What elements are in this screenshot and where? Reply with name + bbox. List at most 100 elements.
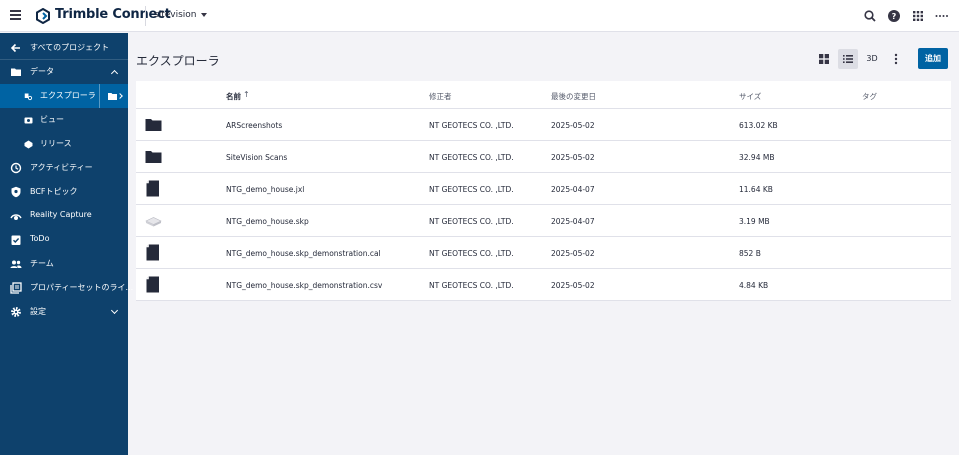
svg-text:?: ? <box>892 12 897 21</box>
file-size: 3.19 MB <box>739 217 770 226</box>
sidebar-item-label: ToDo <box>30 234 50 243</box>
sidebar-item-settings[interactable]: 設定 <box>0 300 128 324</box>
table-row[interactable]: SiteVision Scans NT GEOTECS CO. ,LTD. 20… <box>136 141 951 173</box>
file-name[interactable]: NTG_demo_house.skp_demonstration.csv <box>226 281 382 290</box>
history-icon <box>10 162 22 174</box>
sidebar-item-label: 設定 <box>30 307 46 316</box>
more-dots-icon[interactable] <box>934 8 950 24</box>
column-header-name[interactable]: 名前 <box>226 91 241 102</box>
modifier: NT GEOTECS CO. ,LTD. <box>429 249 514 258</box>
modifier: NT GEOTECS CO. ,LTD. <box>429 121 514 130</box>
sidebar-item-bcf-topics[interactable]: BCFトピック <box>0 180 128 204</box>
column-header-modified-date[interactable]: 最後の変更日 <box>551 91 596 102</box>
view-icon <box>24 117 33 124</box>
menu-icon[interactable] <box>10 10 21 20</box>
file-size: 32.94 MB <box>739 153 775 162</box>
sidebar-item-activity[interactable]: アクティビティー <box>0 156 128 180</box>
file-table: 名前 ↑ 修正者 最後の変更日 サイズ タグ ARScreenshots NT … <box>136 81 951 301</box>
sidebar-item-label: BCFトピック <box>30 187 78 196</box>
chevron-down-icon[interactable] <box>110 306 119 315</box>
table-row[interactable]: NTG_demo_house.jxl NT GEOTECS CO. ,LTD. … <box>136 173 951 205</box>
sidebar-item-data[interactable]: データ <box>0 59 128 84</box>
arrow-left-icon <box>10 43 20 53</box>
sidebar-item-label: アクティビティー <box>30 163 93 172</box>
sidebar-item-label: すべてのプロジェクト <box>30 43 110 52</box>
file-name[interactable]: NTG_demo_house.skp_demonstration.cal <box>226 249 381 258</box>
column-header-size[interactable]: サイズ <box>739 91 761 102</box>
modifier: NT GEOTECS CO. ,LTD. <box>429 281 514 290</box>
property-set-icon <box>10 282 22 294</box>
folder-icon <box>145 119 162 131</box>
3d-model-thumbnail-icon <box>145 217 162 227</box>
file-name[interactable]: NTG_demo_house.skp <box>226 217 309 226</box>
view-3d-button[interactable]: 3D <box>862 49 882 69</box>
reality-capture-icon <box>10 214 22 220</box>
folder-icon <box>11 68 21 76</box>
file-size: 852 B <box>739 249 761 258</box>
sidebar-item-label: プロパティーセットのライ... <box>30 283 134 292</box>
project-selector[interactable]: sitevision <box>154 10 196 20</box>
sidebar-item-label: リリース <box>40 139 72 148</box>
chevron-up-icon[interactable] <box>110 69 119 78</box>
modified-date: 2025-05-02 <box>551 281 595 290</box>
caret-down-icon[interactable] <box>201 13 207 17</box>
modifier: NT GEOTECS CO. ,LTD. <box>429 217 514 226</box>
bcf-shield-icon <box>11 186 21 198</box>
column-header-tags[interactable]: タグ <box>862 91 877 102</box>
sidebar-divider <box>0 59 128 60</box>
header-divider <box>145 6 146 26</box>
sidebar-item-view[interactable]: ビュー <box>0 108 128 132</box>
help-icon[interactable]: ? <box>886 8 902 24</box>
apps-grid-icon[interactable] <box>910 8 926 24</box>
sidebar-item-label: ビュー <box>40 115 64 124</box>
trimble-connect-logo-icon <box>36 8 50 24</box>
table-row[interactable]: NTG_demo_house.skp_demonstration.csv NT … <box>136 269 951 301</box>
file-size: 613.02 KB <box>739 121 778 130</box>
thumbnail-view-icon[interactable] <box>814 49 834 69</box>
file-name[interactable]: NTG_demo_house.jxl <box>226 185 304 194</box>
sidebar-item-label: データ <box>30 67 54 76</box>
team-icon <box>10 260 22 268</box>
table-row[interactable]: ARScreenshots NT GEOTECS CO. ,LTD. 2025-… <box>136 109 951 141</box>
modified-date: 2025-04-07 <box>551 185 595 194</box>
table-row[interactable]: NTG_demo_house.skp_demonstration.cal NT … <box>136 237 951 269</box>
settings-gear-icon <box>11 307 21 317</box>
sidebar-item-explorer[interactable]: エクスプローラ <box>0 84 128 108</box>
file-icon <box>146 244 159 261</box>
column-header-modifier[interactable]: 修正者 <box>429 91 452 102</box>
file-icon <box>146 180 159 197</box>
modified-date: 2025-05-02 <box>551 121 595 130</box>
table-header: 名前 ↑ 修正者 最後の変更日 サイズ タグ <box>136 81 951 109</box>
modified-date: 2025-04-07 <box>551 217 595 226</box>
sidebar-item-release[interactable]: リリース <box>0 132 128 156</box>
sidebar-back-all-projects[interactable]: すべてのプロジェクト <box>0 36 128 60</box>
top-bar: Trimble Connect sitevision ? <box>0 0 959 32</box>
folder-icon[interactable] <box>108 92 117 100</box>
folder-icon <box>145 151 162 163</box>
more-vertical-icon[interactable] <box>886 49 906 69</box>
sidebar-item-team[interactable]: チーム <box>0 252 128 276</box>
add-button[interactable]: 追加 <box>918 48 948 69</box>
release-icon <box>24 140 33 149</box>
chevron-right-icon[interactable] <box>117 92 123 99</box>
sidebar-item-property-sets[interactable]: プロパティーセットのライ... <box>0 276 133 300</box>
list-view-button[interactable] <box>838 49 858 69</box>
list-view-icon <box>843 55 853 63</box>
file-name[interactable]: SiteVision Scans <box>226 153 287 162</box>
modified-date: 2025-05-02 <box>551 249 595 258</box>
sidebar-divider <box>99 84 100 108</box>
modified-date: 2025-05-02 <box>551 153 595 162</box>
explorer-icon <box>24 93 33 101</box>
page-title: エクスプローラ <box>136 54 220 68</box>
sidebar-item-todo[interactable]: ToDo <box>0 228 128 252</box>
table-row[interactable]: NTG_demo_house.skp NT GEOTECS CO. ,LTD. … <box>136 205 951 237</box>
sidebar: すべてのプロジェクト データ エクスプローラ ビュー リリース アクティビティー… <box>0 33 133 455</box>
modifier: NT GEOTECS CO. ,LTD. <box>429 153 514 162</box>
sort-ascending-icon[interactable]: ↑ <box>243 90 250 99</box>
sidebar-item-label: Reality Capture <box>30 210 92 219</box>
sidebar-item-reality-capture[interactable]: Reality Capture <box>0 204 128 228</box>
todo-check-icon <box>11 235 21 245</box>
search-icon[interactable] <box>862 8 878 24</box>
file-size: 11.64 KB <box>739 185 773 194</box>
file-name[interactable]: ARScreenshots <box>226 121 282 130</box>
